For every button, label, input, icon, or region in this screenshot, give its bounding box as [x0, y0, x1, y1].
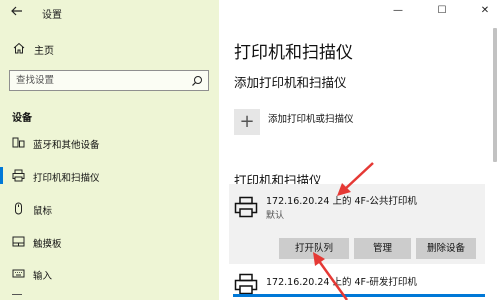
- maximize-icon: ☐: [437, 5, 447, 16]
- bluetooth-devices-icon: [12, 137, 25, 148]
- sidebar: 设置 主页 设备 蓝牙和其他设备 打印机和扫描仪: [0, 0, 219, 300]
- search-box[interactable]: [9, 70, 209, 91]
- plus-icon: +: [239, 111, 255, 132]
- touchpad-icon: [12, 236, 25, 247]
- add-section-heading: 添加打印机和扫描仪: [234, 75, 347, 90]
- app-title: 设置: [42, 10, 62, 21]
- sidebar-item-bluetooth[interactable]: 蓝牙和其他设备: [0, 130, 219, 156]
- arrow-left-icon: [11, 6, 22, 16]
- keyboard-icon: [12, 269, 25, 278]
- sidebar-item-touchpad[interactable]: 触摸板: [0, 229, 219, 255]
- minimize-button[interactable]: —: [383, 0, 413, 22]
- close-icon: ✕: [480, 5, 490, 16]
- printer-icon: [234, 273, 258, 295]
- page-title: 打印机和扫描仪: [234, 43, 353, 63]
- sidebar-item-typing[interactable]: 输入: [0, 261, 219, 287]
- section-heading: 设备: [12, 113, 32, 124]
- printer-name: 172.16.20.24 上的 4F-公共打印机: [266, 196, 417, 207]
- printer-status: 默认: [266, 211, 285, 221]
- scrollbar[interactable]: [493, 28, 497, 162]
- window-controls: — ☐ ✕: [219, 0, 500, 24]
- add-printer-button[interactable]: +: [234, 109, 260, 135]
- selection-indicator: [233, 294, 485, 297]
- remove-device-button[interactable]: 删除设备: [416, 238, 476, 259]
- printer-list-item[interactable]: 172.16.20.24 上的 4F-公共打印机 默认 打开队列 管理 删除设备: [229, 184, 485, 264]
- manage-button[interactable]: 管理: [354, 238, 411, 259]
- printer-icon: [12, 169, 25, 182]
- add-printer-label[interactable]: 添加打印机或扫描仪: [268, 111, 354, 125]
- sidebar-item-label: 蓝牙和其他设备: [33, 140, 100, 151]
- title-bar: 设置: [0, 0, 219, 24]
- sidebar-item-label: 鼠标: [33, 206, 53, 217]
- sidebar-item-label: 主页: [34, 46, 54, 57]
- partial-nav-icon: [12, 294, 22, 300]
- printer-name[interactable]: 172.16.20.24 上的 4F-研发打印机: [266, 274, 417, 288]
- sidebar-item-label: 输入: [33, 271, 53, 282]
- close-button[interactable]: ✕: [470, 0, 500, 22]
- back-button[interactable]: [9, 3, 25, 19]
- open-queue-button[interactable]: 打开队列: [279, 238, 349, 259]
- search-input[interactable]: [10, 71, 188, 90]
- sidebar-item-home[interactable]: 主页: [0, 38, 219, 60]
- sidebar-item-mouse[interactable]: 鼠标: [0, 196, 219, 222]
- printer-icon: [234, 196, 258, 218]
- search-icon[interactable]: [191, 75, 203, 87]
- sidebar-item-printers[interactable]: 打印机和扫描仪: [0, 163, 219, 189]
- home-icon: [13, 42, 25, 54]
- mouse-icon: [15, 202, 22, 215]
- sidebar-item-label: 触摸板: [33, 239, 62, 250]
- minimize-icon: —: [393, 5, 403, 16]
- maximize-button[interactable]: ☐: [427, 0, 457, 22]
- sidebar-item-label: 打印机和扫描仪: [33, 173, 100, 184]
